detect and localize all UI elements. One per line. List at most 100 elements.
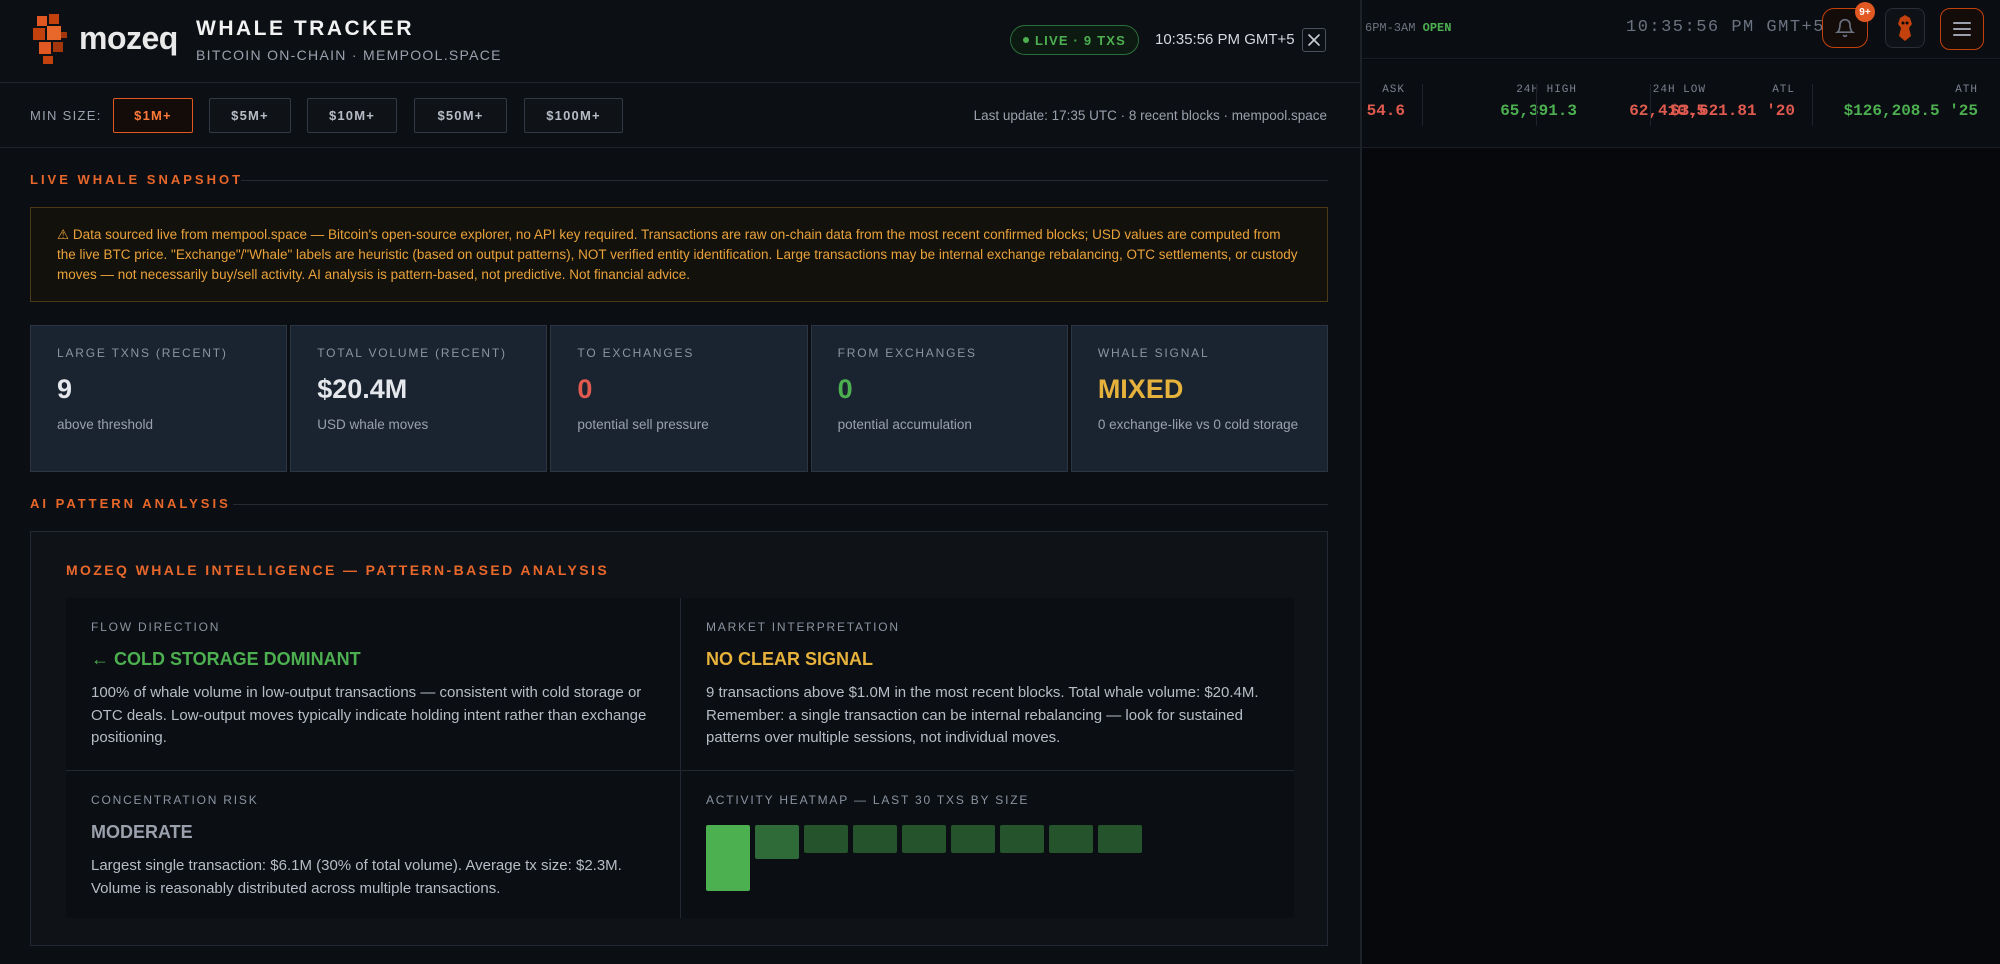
activity-heatmap-cell: ACTIVITY HEATMAP — LAST 30 TXS BY SIZE: [681, 771, 1294, 918]
section-divider: [233, 504, 1328, 505]
stat-total-volume: TOTAL VOLUME (RECENT) $20.4M USD whale m…: [290, 325, 548, 472]
heatmap-block: [902, 825, 946, 853]
cell-text: 9 transactions above $1.0M in the most r…: [706, 684, 1259, 746]
cell-headline: ← COLD STORAGE DOMINANT: [91, 649, 361, 669]
live-status-label: LIVE · 9 TXS: [1035, 32, 1126, 48]
ticker-24h-high: 24H HIGH 65,391.3: [1440, 84, 1577, 120]
notification-badge: 9+: [1855, 2, 1875, 22]
panel-subtitle: BITCOIN ON-CHAIN · MEMPOOL.SPACE: [196, 47, 502, 63]
stat-label: WHALE SIGNAL: [1097, 346, 1210, 360]
heatmap-block: [1098, 825, 1142, 853]
analysis-card: MOZEQ WHALE INTELLIGENCE — PATTERN-BASED…: [30, 531, 1328, 946]
analysis-section-title: AI PATTERN ANALYSIS: [30, 496, 231, 511]
ticker-value: $126,208.5 '25: [1843, 102, 1978, 120]
ticker-divider: [1812, 84, 1813, 126]
snapshot-section-title: LIVE WHALE SNAPSHOT: [30, 172, 244, 187]
market-interpretation-cell: MARKET INTERPRETATION NO CLEAR SIGNAL 9 …: [681, 598, 1294, 750]
stat-label: TO EXCHANGES: [577, 346, 695, 360]
stat-whale-signal: WHALE SIGNAL MIXED 0 exchange-like vs 0 …: [1070, 325, 1329, 472]
ticker-divider: [1422, 84, 1423, 126]
session-status: OPEN: [1422, 21, 1452, 35]
cell-text: 100% of whale volume in low-output trans…: [91, 684, 647, 746]
ticker-divider: [1650, 84, 1651, 126]
activity-heatmap: [706, 825, 1226, 895]
stat-large-txns: LARGE TXNS (RECENT) 9 above threshold: [30, 325, 288, 472]
stat-label: LARGE TXNS (RECENT): [57, 346, 228, 360]
session-label: 6PM-3AM: [1365, 21, 1416, 35]
header-time: 10:35:56 PM GMT+5: [1155, 31, 1295, 48]
ticker-value: 65,391.3: [1500, 102, 1577, 120]
cell-label: FLOW DIRECTION: [91, 620, 221, 634]
heatmap-block: [706, 825, 750, 891]
background-app: 6PM-3AM OPEN 10:35:56 PM GMT+5 9+ ASK 54…: [1360, 0, 2000, 964]
stat-value: 0: [837, 374, 853, 404]
stat-from-exchanges: FROM EXCHANGES 0 potential accumulation: [810, 325, 1068, 472]
ticker-ask: ASK 54.6: [1360, 84, 1405, 120]
menu-button[interactable]: [1940, 8, 1984, 50]
stat-description: USD whale moves: [317, 417, 429, 432]
bell-icon: [1835, 18, 1855, 38]
analysis-grid: FLOW DIRECTION ← COLD STORAGE DOMINANT 1…: [66, 598, 1294, 918]
filter-5m-button[interactable]: $5M+: [209, 98, 291, 133]
mozeq-logo-text: mozeq: [79, 20, 178, 56]
concentration-risk-cell: CONCENTRATION RISK MODERATE Largest sing…: [66, 771, 680, 900]
stat-label: TOTAL VOLUME (RECENT): [317, 346, 507, 360]
ticker-value: 54.6: [1366, 102, 1405, 120]
mozeq-logo-icon: [33, 14, 67, 64]
ticker-label: 24H HIGH: [1516, 84, 1577, 96]
stat-to-exchanges: TO EXCHANGES 0 potential sell pressure: [550, 325, 808, 472]
heatmap-block: [755, 825, 799, 859]
background-clock: 10:35:56 PM GMT+5: [1626, 18, 1825, 37]
filter-1m-button[interactable]: $1M+: [113, 98, 193, 133]
cell-text: Largest single transaction: $6.1M (30% o…: [91, 857, 622, 897]
panel-header: mozeq WHALE TRACKER BITCOIN ON-CHAIN · M…: [0, 0, 1360, 83]
close-button[interactable]: [1302, 28, 1326, 52]
ticker-label: ATL: [1772, 84, 1795, 96]
heatmap-block: [1049, 825, 1093, 853]
flow-direction-cell: FLOW DIRECTION ← COLD STORAGE DOMINANT 1…: [66, 598, 680, 750]
min-size-filter-bar: MIN SIZE: $1M+ $5M+ $10M+ $50M+ $100M+ L…: [0, 83, 1360, 148]
ticker-ath: ATH $126,208.5 '25: [1820, 84, 1978, 120]
cell-headline: MODERATE: [91, 822, 193, 842]
mascot-icon: [1898, 15, 1912, 41]
last-update-text: Last update: 17:35 UTC · 8 recent blocks…: [973, 108, 1327, 123]
ticker-value: $3,621.81 '20: [1670, 102, 1795, 120]
market-session: 6PM-3AM OPEN: [1365, 21, 1451, 35]
background-topbar: 6PM-3AM OPEN 10:35:56 PM GMT+5 9+: [1360, 0, 2000, 59]
whale-tracker-panel: mozeq WHALE TRACKER BITCOIN ON-CHAIN · M…: [0, 0, 1362, 964]
stat-description: 0 exchange-like vs 0 cold storage: [1097, 417, 1299, 432]
heatmap-block: [804, 825, 848, 853]
ticker-divider: [1536, 84, 1537, 126]
stat-value: 0: [577, 374, 593, 404]
cell-headline: NO CLEAR SIGNAL: [706, 649, 874, 669]
filter-10m-button[interactable]: $10M+: [307, 98, 397, 133]
filter-50m-button[interactable]: $50M+: [414, 98, 507, 133]
cell-label: ACTIVITY HEATMAP — LAST 30 TXS BY SIZE: [706, 793, 1030, 807]
filter-100m-button[interactable]: $100M+: [524, 98, 623, 133]
analysis-heading: MOZEQ WHALE INTELLIGENCE — PATTERN-BASED…: [66, 562, 610, 578]
heatmap-block: [951, 825, 995, 853]
stat-description: above threshold: [57, 417, 154, 432]
ticker-label: ASK: [1382, 84, 1405, 96]
stat-label: FROM EXCHANGES: [837, 346, 977, 360]
cell-label: MARKET INTERPRETATION: [706, 620, 900, 634]
min-size-label: MIN SIZE:: [30, 108, 102, 123]
cell-label: CONCENTRATION RISK: [91, 793, 259, 807]
stat-description: potential accumulation: [837, 417, 972, 432]
data-disclaimer: ⚠ Data sourced live from mempool.space —…: [30, 207, 1328, 302]
live-status-badge: LIVE · 9 TXS: [1010, 25, 1139, 55]
price-ticker: ASK 54.6 24H HIGH 65,391.3 24H LOW 62,41…: [1360, 60, 2000, 148]
stat-value: $20.4M: [317, 374, 408, 404]
ticker-label: ATH: [1955, 84, 1978, 96]
close-icon: [1308, 34, 1320, 46]
stat-description: potential sell pressure: [577, 417, 709, 432]
avatar-button[interactable]: [1885, 8, 1925, 48]
live-dot-icon: [1023, 37, 1029, 43]
snapshot-stats: LARGE TXNS (RECENT) 9 above threshold TO…: [30, 325, 1329, 472]
panel-title: WHALE TRACKER: [196, 17, 414, 40]
hamburger-icon: [1953, 22, 1971, 36]
section-divider: [241, 180, 1328, 181]
heatmap-block: [1000, 825, 1044, 853]
heatmap-block: [853, 825, 897, 853]
ticker-atl: ATL $3,621.81 '20: [1660, 84, 1795, 120]
